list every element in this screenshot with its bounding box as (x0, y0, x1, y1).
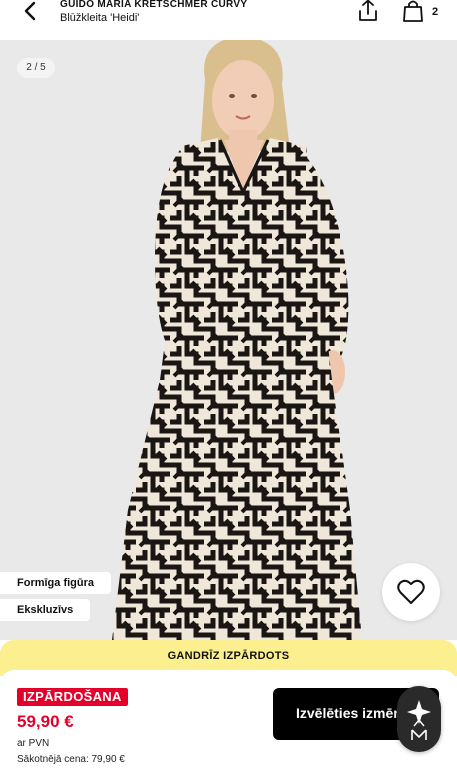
header-titles: GUIDO MARIA KRETSCHMER CURVY Blūžkleita … (60, 0, 340, 25)
tag-exclusive: Ekskluzīvs (0, 599, 91, 621)
shopping-bag-button[interactable] (400, 0, 428, 24)
vat-note: ar PVN (17, 738, 50, 749)
wishlist-button[interactable] (382, 563, 440, 621)
share-icon (359, 0, 377, 21)
original-price: Sākotnējā cena: 79,90 € (17, 754, 125, 765)
share-button[interactable] (356, 0, 380, 24)
back-button[interactable] (18, 0, 44, 26)
sale-price: 59,90 € (17, 712, 74, 731)
image-counter: 2 / 5 (17, 58, 55, 78)
product-gallery[interactable]: 2 / 5 Formīga figūra Ekskluzīvs (0, 40, 457, 640)
tag-figure-fit: Formīga figūra (0, 572, 112, 594)
brand-name: GUIDO MARIA KRETSCHMER CURVY (60, 0, 248, 10)
stock-banner-text: GANDRĪZ IZPĀRDOTS (167, 650, 290, 662)
header: GUIDO MARIA KRETSCHMER CURVY Blūžkleita … (0, 0, 457, 40)
bag-count-badge: 2 (432, 6, 439, 18)
select-size-label: Izvēlēties izmēru (296, 705, 408, 721)
sparkle-assistant-icon (407, 700, 431, 740)
shopping-bag-icon (403, 0, 423, 22)
sale-badge: IZPĀRDOŠANA (17, 688, 128, 706)
product-name: Blūžkleita 'Heidi' (60, 12, 140, 24)
assistant-button[interactable] (397, 686, 441, 752)
heart-icon (397, 579, 425, 604)
purchase-panel: IZPĀRDOŠANA 59,90 € ar PVN Sākotnējā cen… (0, 670, 457, 768)
product-photo (112, 40, 362, 640)
back-arrow-icon (24, 1, 36, 21)
